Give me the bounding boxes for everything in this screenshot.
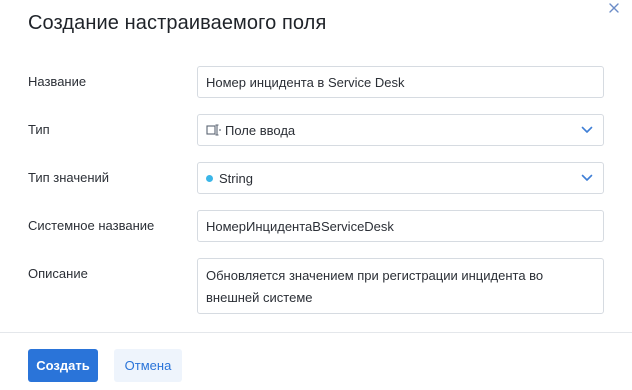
create-custom-field-dialog: Создание настраиваемого поля Название Но… xyxy=(0,0,632,390)
form-row-type: Тип Поле ввода xyxy=(28,114,604,146)
form-row-description: Описание Обновляется значением при регис… xyxy=(28,258,604,314)
value-type-select-value: String xyxy=(219,170,253,186)
value-type-label: Тип значений xyxy=(28,170,110,185)
system-name-label: Системное название xyxy=(28,218,155,233)
form-row-value-type: Тип значений String xyxy=(28,162,604,194)
type-label: Тип xyxy=(28,122,50,137)
description-textarea[interactable]: Обновляется значением при регистрации ин… xyxy=(197,258,604,314)
string-type-dot-icon xyxy=(206,174,213,182)
value-type-select[interactable]: String xyxy=(197,162,604,194)
system-name-input[interactable]: НомерИнцидентаВServiceDesk xyxy=(197,210,604,242)
chevron-down-icon xyxy=(581,126,593,133)
input-field-icon xyxy=(206,124,221,136)
form-row-system-name: Системное название НомерИнцидентаВServic… xyxy=(28,210,604,242)
dialog-title: Создание настраиваемого поля xyxy=(28,12,327,34)
form-row-name: Название Номер инцидента в Service Desk xyxy=(28,66,604,98)
create-button[interactable]: Создать xyxy=(28,349,98,382)
cancel-button[interactable]: Отмена xyxy=(114,349,182,382)
system-name-input-value: НомерИнцидентаВServiceDesk xyxy=(206,218,394,234)
footer-divider xyxy=(0,332,632,333)
chevron-down-icon xyxy=(581,174,593,181)
type-select[interactable]: Поле ввода xyxy=(197,114,604,146)
name-input-value: Номер инцидента в Service Desk xyxy=(206,74,405,90)
name-label: Название xyxy=(28,74,87,89)
type-select-value: Поле ввода xyxy=(225,122,296,138)
name-input[interactable]: Номер инцидента в Service Desk xyxy=(197,66,604,98)
description-label: Описание xyxy=(28,266,88,281)
close-icon xyxy=(609,3,619,13)
close-button[interactable] xyxy=(606,0,622,16)
description-textarea-value: Обновляется значением при регистрации ин… xyxy=(206,268,544,305)
